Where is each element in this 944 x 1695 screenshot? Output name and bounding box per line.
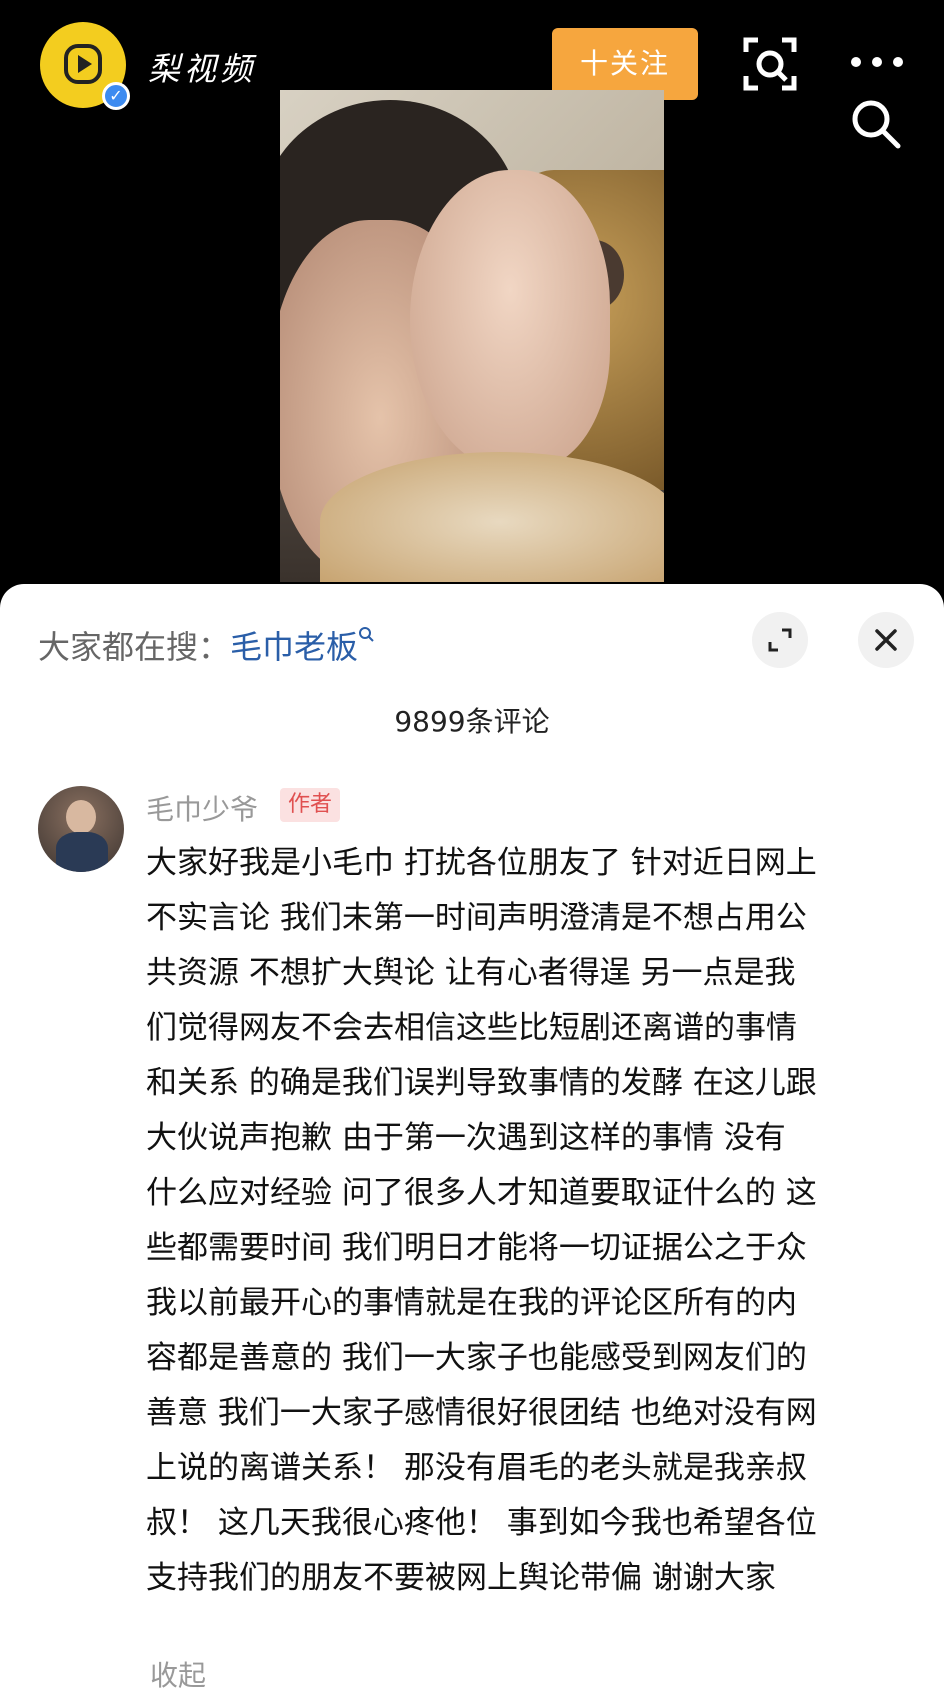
avatar[interactable] — [38, 786, 124, 872]
search-mini-icon — [359, 627, 374, 642]
comment-text: 大家好我是小毛巾 打扰各位朋友了 针对近日网上 不实言论 我们未第一时间声明澄清… — [146, 836, 916, 1606]
comment-count: 9899条评论 — [394, 705, 550, 738]
comment-line: 支持我们的朋友不要被网上舆论带偏 谢谢大家 — [146, 1560, 776, 1596]
comment-line: 们觉得网友不会去相信这些比短剧还离谱的事情 — [146, 1010, 797, 1046]
comment-line: 我以前最开心的事情就是在我的评论区所有的内 — [146, 1285, 797, 1321]
comment-line: 不实言论 我们未第一时间声明澄清是不想占用公 — [146, 900, 807, 936]
comment-line: 和关系 的确是我们误判导致事情的发酵 在这儿跟 — [146, 1065, 817, 1101]
comment-line: 上说的离谱关系！ 那没有眉毛的老头就是我亲叔 — [146, 1450, 807, 1486]
avatar-body — [56, 832, 108, 872]
video-hand — [410, 170, 610, 470]
scan-icon[interactable] — [742, 36, 798, 92]
comment-line: 大伙说声抱歉 由于第一次遇到这样的事情 没有 — [146, 1120, 786, 1156]
comment-line: 什么应对经验 问了很多人才知道要取证什么的 这 — [146, 1175, 817, 1211]
comment-line: 共资源 不想扩大舆论 让有心者得逞 另一点是我 — [146, 955, 796, 991]
avatar-head — [66, 800, 96, 834]
comment-line: 善意 我们一大家子感情很好很团结 也绝对没有网 — [146, 1395, 817, 1431]
expand-button[interactable] — [752, 612, 808, 668]
hot-search-prefix: 大家都在搜： — [38, 628, 231, 666]
expand-icon — [768, 628, 792, 652]
hot-search[interactable]: 大家都在搜：毛巾老板 — [38, 622, 376, 668]
close-icon — [875, 629, 897, 651]
video-player[interactable] — [280, 90, 664, 582]
channel-logo-icon[interactable]: ✓ — [40, 22, 130, 110]
comments-panel: 大家都在搜：毛巾老板 9899条评论 毛巾少爷 作者 大家好我是小毛巾 打扰各位… — [0, 584, 944, 1695]
comment-line: 些都需要时间 我们明日才能将一切证据公之于众 — [146, 1230, 807, 1266]
channel-name[interactable]: 梨视频 — [148, 44, 256, 90]
comment-line: 容都是善意的 我们一大家子也能感受到网友们的 — [146, 1340, 807, 1376]
author-tag: 作者 — [280, 788, 341, 822]
close-button[interactable] — [858, 612, 914, 668]
verified-badge-icon: ✓ — [102, 82, 130, 110]
play-icon — [64, 44, 102, 84]
collapse-button[interactable]: 收起 — [150, 1654, 206, 1694]
search-icon[interactable] — [850, 98, 902, 150]
comment-line: 叔！ 这几天我很心疼他！ 事到如今我也希望各位 — [146, 1505, 817, 1541]
comment-username[interactable]: 毛巾少爷 — [146, 788, 258, 828]
comment-line: 大家好我是小毛巾 打扰各位朋友了 针对近日网上 — [146, 845, 817, 881]
more-icon[interactable] — [848, 52, 906, 72]
hot-search-keyword[interactable]: 毛巾老板 — [230, 628, 358, 666]
